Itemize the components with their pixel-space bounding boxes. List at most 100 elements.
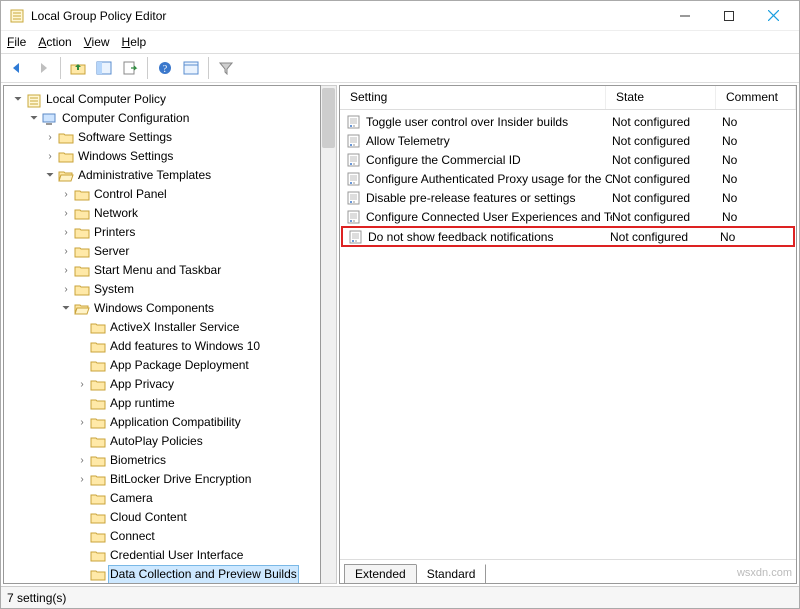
expand-icon[interactable]: › [76,375,88,394]
show-hide-tree-button[interactable] [92,56,116,80]
setting-row[interactable]: Disable pre-release features or settings… [340,188,796,207]
column-state[interactable]: State [606,86,716,109]
folder-open-icon [74,302,90,316]
tree-wc-13[interactable]: Data Collection and Preview Builds [76,565,318,584]
settings-list[interactable]: Toggle user control over Insider builds N… [340,110,796,559]
folder-icon [58,150,74,164]
tree-at-4[interactable]: ›Start Menu and Taskbar [60,261,318,280]
help-button[interactable]: ? [153,56,177,80]
status-text: 7 setting(s) [7,591,66,605]
folder-open-icon [58,169,74,183]
folder-icon [90,473,106,487]
collapse-icon[interactable]: ⏷ [60,299,72,318]
tree-wc-10[interactable]: Cloud Content [76,508,318,527]
filter-button[interactable] [214,56,238,80]
expand-icon[interactable]: › [60,280,72,299]
setting-row[interactable]: Toggle user control over Insider builds N… [340,112,796,131]
policy-setting-icon [346,153,362,167]
settings-pane: Setting State Comment Toggle user contro… [339,85,797,584]
maximize-button[interactable] [707,2,751,30]
expand-icon[interactable]: › [44,128,56,147]
collapse-icon[interactable]: ⏷ [12,90,24,109]
expand-icon[interactable]: › [76,470,88,489]
menu-file[interactable]: File [7,35,26,49]
folder-icon [90,359,106,373]
setting-name: Toggle user control over Insider builds [366,115,568,129]
tab-extended[interactable]: Extended [344,564,417,584]
tree-wc-9[interactable]: Camera [76,489,318,508]
tree-item-label: System [92,280,136,299]
expand-icon[interactable]: › [60,223,72,242]
expand-icon[interactable]: › [60,185,72,204]
setting-row[interactable]: Configure the Commercial IDNot configure… [340,150,796,169]
tree-scrollbar[interactable] [321,85,337,584]
tab-standard[interactable]: Standard [416,564,487,584]
forward-button[interactable] [31,56,55,80]
setting-row[interactable]: Configure Connected User Experiences and… [340,207,796,226]
menu-action[interactable]: Action [38,35,71,49]
expand-icon[interactable]: › [60,261,72,280]
expand-icon[interactable]: › [76,451,88,470]
setting-comment: No [722,153,788,167]
tree-software-settings[interactable]: › Software Settings [44,128,318,147]
tree-wc-11[interactable]: Connect [76,527,318,546]
tree-wc-8[interactable]: ›BitLocker Drive Encryption [76,470,318,489]
tree-wc-12[interactable]: Credential User Interface [76,546,318,565]
folder-icon [90,416,106,430]
back-button[interactable] [5,56,29,80]
column-comment[interactable]: Comment [716,86,796,109]
tree-item-label: App Privacy [108,375,176,394]
column-setting[interactable]: Setting [340,86,606,109]
expand-icon[interactable]: › [76,413,88,432]
tree-item-label: Network [92,204,140,223]
tree-at-2[interactable]: ›Printers [60,223,318,242]
collapse-icon[interactable]: ⏷ [28,109,40,128]
scrollbar-thumb[interactable] [322,88,335,148]
setting-row[interactable]: Configure Authenticated Proxy usage for … [340,169,796,188]
menu-view[interactable]: View [84,35,110,49]
tree-windows-settings[interactable]: ›Windows Settings [44,147,318,166]
folder-icon [90,530,106,544]
minimize-button[interactable] [663,2,707,30]
navigation-tree[interactable]: ⏷Local Computer Policy⏷Computer Configur… [3,85,321,584]
tree-at-3[interactable]: ›Server [60,242,318,261]
menu-help[interactable]: Help [122,35,147,49]
close-button[interactable] [751,2,795,30]
tree-wc-2[interactable]: App Package Deployment [76,356,318,375]
tree-wc-0[interactable]: ActiveX Installer Service [76,318,318,337]
tree-wc-1[interactable]: Add features to Windows 10 [76,337,318,356]
tree-admin-templates[interactable]: ⏷Administrative Templates [44,166,318,185]
policy-setting-icon [346,191,362,205]
tree-wc-7[interactable]: ›Biometrics [76,451,318,470]
policy-root-icon [26,93,42,107]
setting-state: Not configured [610,230,720,244]
collapse-icon[interactable]: ⏷ [44,166,56,185]
setting-name: Do not show feedback notifications [368,230,553,244]
tree-wc-3[interactable]: › App Privacy [76,375,318,394]
properties-button[interactable] [179,56,203,80]
setting-row[interactable]: Do not show feedback notifications Not co… [342,227,794,246]
policy-setting-icon [346,172,362,186]
policy-setting-icon [346,210,362,224]
folder-icon [74,264,90,278]
export-list-button[interactable] [118,56,142,80]
tree-at-5[interactable]: › System [60,280,318,299]
tree-item-label: Software Settings [76,128,174,147]
tree-item-label: Computer Configuration [60,109,191,128]
expand-icon[interactable]: › [60,204,72,223]
tree-windows-components[interactable]: ⏷Windows Components [60,299,318,318]
setting-comment: No [722,210,788,224]
tree-at-0[interactable]: ›Control Panel [60,185,318,204]
expand-icon[interactable]: › [44,147,56,166]
tree-computer-config[interactable]: ⏷ Computer Configuration [28,109,318,128]
tree-at-1[interactable]: › Network [60,204,318,223]
setting-row[interactable]: Allow TelemetryNot configuredNo [340,131,796,150]
setting-comment: No [722,115,788,129]
tree-item-label: Application Compatibility [108,413,243,432]
expand-icon[interactable]: › [60,242,72,261]
tree-wc-4[interactable]: App runtime [76,394,318,413]
tree-wc-5[interactable]: › Application Compatibility [76,413,318,432]
up-folder-button[interactable] [66,56,90,80]
tree-root[interactable]: ⏷Local Computer Policy [12,90,318,109]
tree-wc-6[interactable]: AutoPlay Policies [76,432,318,451]
